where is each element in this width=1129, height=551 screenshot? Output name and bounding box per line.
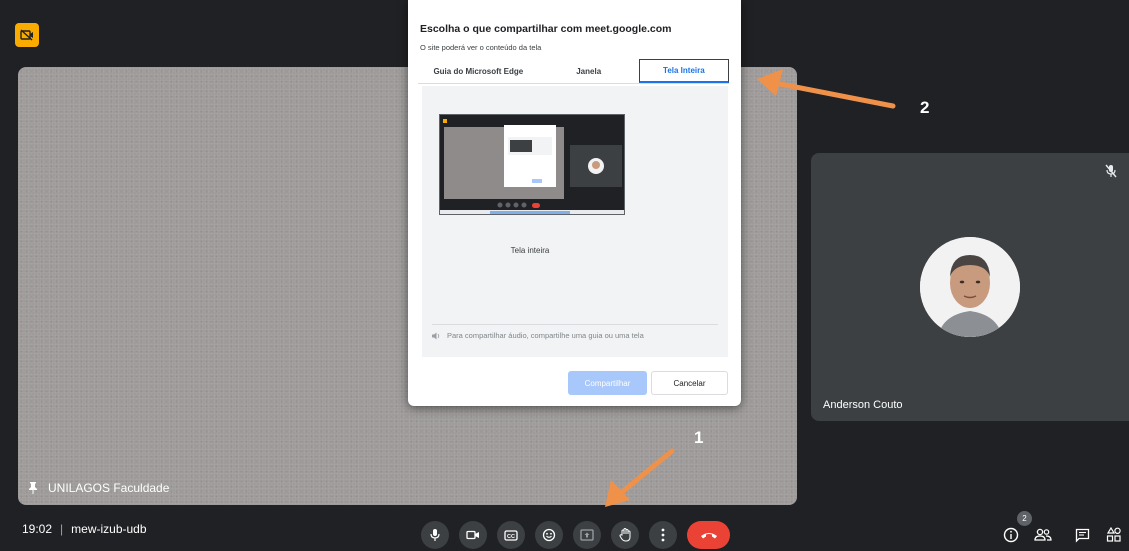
svg-text:CC: CC (507, 534, 515, 540)
activities-button[interactable] (1103, 524, 1125, 546)
camera-icon (466, 530, 479, 540)
participant-name: Anderson Couto (823, 399, 903, 411)
pin-icon[interactable] (28, 482, 38, 494)
mic-icon (430, 529, 440, 541)
annotation-number-2: 2 (920, 98, 930, 117)
activities-icon (1106, 527, 1121, 542)
camera-button[interactable] (459, 521, 487, 549)
camera-off-badge (15, 23, 39, 47)
meeting-details-button[interactable] (1000, 524, 1022, 546)
people-icon (1034, 528, 1052, 541)
end-call-icon (700, 533, 717, 539)
present-screen-icon (580, 529, 594, 541)
present-screen-button[interactable] (573, 521, 601, 549)
more-options-icon (661, 528, 665, 542)
meeting-time: 19:02 (22, 522, 53, 536)
camera-off-icon (20, 29, 33, 41)
end-call-button[interactable] (687, 521, 730, 549)
emoji-button[interactable] (535, 521, 563, 549)
tab-edge-tab[interactable]: Guia do Microsoft Edge (418, 59, 539, 83)
people-button[interactable] (1032, 524, 1054, 546)
main-tile-name: UNILAGOS Faculdade (48, 481, 170, 495)
screen-preview-image (440, 115, 624, 214)
meeting-code: mew-izub-udb (71, 522, 147, 536)
audio-note-text: Para compartilhar áudio, compartilhe uma… (447, 331, 644, 340)
emoji-icon (542, 528, 556, 542)
info-icon (1003, 527, 1019, 543)
thumbnail-caption: Tela inteira (510, 246, 550, 255)
mic-off-icon (1105, 164, 1117, 178)
share-content-area: Tela inteira Para compartilhar áudio, co… (422, 86, 728, 357)
chat-icon (1075, 528, 1089, 543)
raise-hand-button[interactable] (611, 521, 639, 549)
speaker-icon (432, 332, 440, 339)
share-screen-dialog: Escolha o que compartilhar com meet.goog… (408, 0, 741, 406)
avatar-photo (920, 237, 1020, 337)
people-count-badge: 2 (1017, 511, 1032, 526)
share-tabs: Guia do Microsoft Edge Janela Tela Intei… (418, 59, 729, 84)
mic-button[interactable] (421, 521, 449, 549)
captions-button[interactable]: CC (497, 521, 525, 549)
dialog-subtitle: O site poderá ver o conteúdo da tela (420, 43, 542, 52)
annotation-number-1: 1 (694, 428, 704, 447)
captions-icon: CC (504, 529, 518, 541)
meeting-info: 19:02 | mew-izub-udb (22, 522, 147, 536)
more-options-button[interactable] (649, 521, 677, 549)
meeting-separator: | (60, 522, 64, 536)
tab-entire-screen[interactable]: Tela Inteira (638, 59, 729, 83)
dialog-title: Escolha o que compartilhar com meet.goog… (420, 23, 672, 35)
tab-window[interactable]: Janela (539, 59, 639, 83)
cancel-button[interactable]: Cancelar (651, 371, 728, 395)
main-tile-label: UNILAGOS Faculdade (28, 481, 169, 495)
participant-tile: Anderson Couto (811, 153, 1129, 421)
avatar (920, 237, 1020, 337)
share-button[interactable]: Compartilhar (568, 371, 647, 395)
divider (432, 324, 718, 325)
audio-note: Para compartilhar áudio, compartilhe uma… (432, 331, 644, 340)
raise-hand-icon (619, 528, 631, 542)
screen-thumbnail[interactable] (439, 114, 625, 215)
chat-button[interactable] (1071, 524, 1093, 546)
